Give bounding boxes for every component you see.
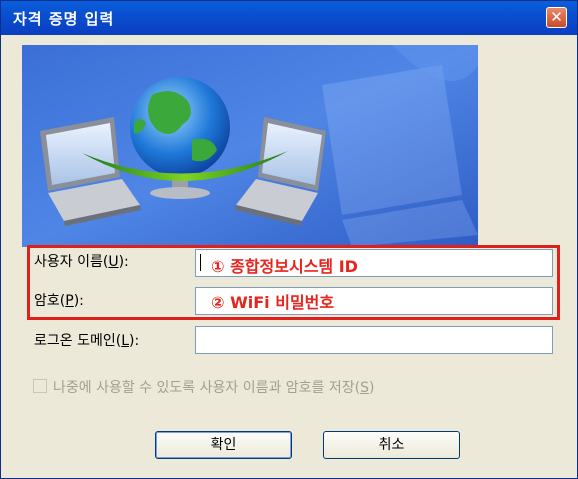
- title-bar[interactable]: 자격 증명 입력 ✕: [1, 1, 577, 35]
- cancel-button[interactable]: 취소: [323, 431, 460, 459]
- network-illustration: [22, 45, 478, 247]
- remember-label: 나중에 사용할 수 있도록 사용자 이름과 암호를 저장(S): [53, 380, 375, 396]
- dialog-title: 자격 증명 입력: [13, 10, 115, 28]
- network-banner-image: [22, 45, 478, 247]
- remember-checkbox[interactable]: [33, 379, 47, 393]
- domain-label: 로그온 도메인(L):: [34, 333, 140, 349]
- password-annotation: ② WiFi 비밀번호: [211, 293, 335, 312]
- ok-button[interactable]: 확인: [155, 431, 292, 459]
- domain-input[interactable]: [195, 326, 553, 354]
- close-icon: ✕: [550, 8, 563, 26]
- close-button[interactable]: ✕: [546, 7, 567, 28]
- credential-dialog: 자격 증명 입력 ✕ 사용자 이름(U): 암호(P): ① 종합정보시스템 I…: [0, 0, 578, 479]
- username-annotation: ① 종합정보시스템 ID: [211, 257, 358, 276]
